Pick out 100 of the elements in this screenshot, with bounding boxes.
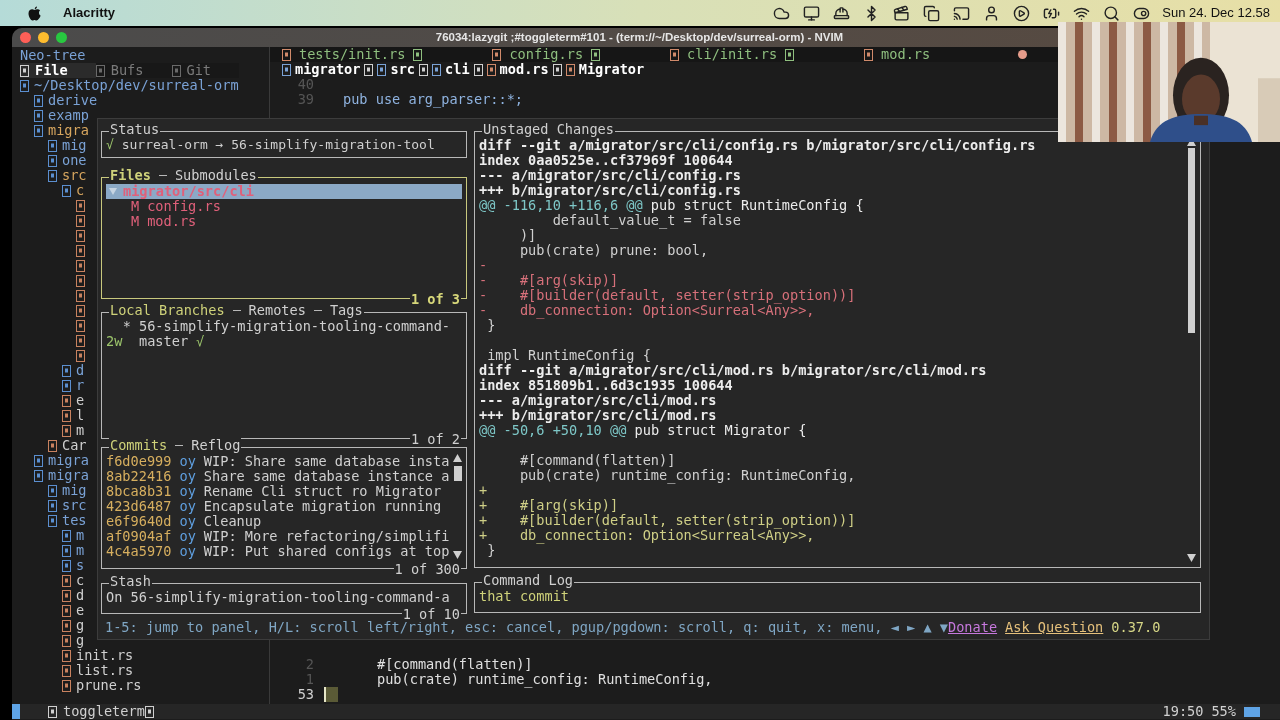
tree-item[interactable]: migra — [48, 468, 89, 483]
glyph-box-icon — [282, 63, 291, 76]
tree-item[interactable]: c — [76, 183, 85, 198]
tree-item[interactable]: r — [76, 378, 85, 393]
branch-row[interactable]: * 56-simplify-migration-tooling-command- — [106, 319, 462, 334]
breadcrumb-item[interactable]: migrator — [295, 62, 361, 77]
tree-item[interactable]: migra — [48, 123, 89, 138]
tree-item[interactable]: e — [76, 603, 85, 618]
panel-tab[interactable]: Status — [110, 122, 160, 137]
commit-author: oy — [179, 454, 196, 469]
search-icon[interactable] — [1103, 4, 1121, 22]
ask-question-link[interactable]: Ask Question — [1005, 620, 1104, 635]
file-row[interactable]: config.rs — [147, 199, 221, 214]
close-button[interactable] — [20, 32, 31, 43]
buffer-tab[interactable]: config.rs — [492, 47, 601, 62]
scroll-down-icon[interactable] — [1187, 554, 1196, 562]
tree-item[interactable]: src — [62, 168, 87, 183]
tree-item[interactable]: d — [76, 363, 85, 378]
tree-item[interactable]: e — [76, 393, 85, 408]
glyph-box-icon — [670, 48, 680, 61]
tree-item[interactable]: tes — [62, 513, 87, 528]
tree-item[interactable]: d — [76, 588, 85, 603]
minimize-button[interactable] — [38, 32, 49, 43]
stash-entry[interactable]: On 56-simplify-migration-tooling-command-a — [106, 590, 462, 605]
panel-tab[interactable]: Stash — [110, 574, 151, 589]
scrollbar-thumb[interactable] — [453, 466, 462, 481]
donate-link[interactable]: Donate — [947, 620, 998, 635]
commit-hash: 423d6487 — [106, 499, 172, 514]
panel-tab[interactable]: Commits — [110, 438, 168, 453]
separator-glyph-icon — [473, 63, 483, 76]
glyph-box-icon — [171, 64, 181, 77]
diff-line: default_value_t = false — [551, 213, 742, 228]
tree-item[interactable]: init.rs — [76, 648, 134, 663]
breadcrumb-item[interactable]: cli — [445, 62, 470, 77]
diff-hunk-line: @@ -116,10 +116,6 @@ pub struct RuntimeConfig { — [479, 198, 865, 213]
panel-tab[interactable]: Submodules — [174, 168, 257, 183]
keybinding-hints: 1-5: jump to panel, H/L: scroll left/right, esc: cancel, pgup/pgdown: scroll, q: quit, x: menu, ◄ ► ▲ ▼ — [105, 620, 948, 635]
panel-tab[interactable]: Remotes — [248, 303, 306, 318]
diff-hunk-line: @@ -50,6 +50,10 @@ pub struct Migrator { — [479, 423, 808, 438]
tree-item[interactable]: m — [76, 423, 85, 438]
diff-line: +++ b/migrator/src/cli/mod.rs — [479, 408, 718, 423]
commit-row[interactable]: 423d6487 oy Encapsulate migration running — [106, 499, 453, 514]
branch-row[interactable]: 2w master √ — [106, 334, 462, 349]
panel-tab[interactable]: Tags — [329, 303, 363, 318]
commit-row[interactable]: e6f9640d oy Cleanup — [106, 514, 453, 529]
monitor-icon[interactable] — [803, 4, 821, 22]
tree-item[interactable]: prune.rs — [76, 678, 142, 693]
tree-item[interactable]: s — [76, 558, 85, 573]
tree-item[interactable]: one — [62, 153, 87, 168]
scrollbar-thumb[interactable] — [1188, 148, 1195, 333]
tree-item[interactable]: m — [76, 543, 85, 558]
play-icon[interactable] — [1013, 4, 1031, 22]
panel-tab[interactable]: Unstaged Changes — [483, 122, 614, 137]
tree-item[interactable]: derive — [48, 93, 98, 108]
buffer-tab[interactable]: tests/init.rs — [282, 47, 423, 62]
tree-item[interactable]: g — [76, 633, 85, 648]
tree-item[interactable]: m — [76, 528, 85, 543]
commit-author: oy — [179, 469, 196, 484]
buffer-tab[interactable]: mod.rs — [864, 47, 1028, 62]
glyph-box-icon — [492, 48, 502, 61]
tree-item[interactable]: examp — [48, 108, 89, 123]
hat-icon[interactable] — [833, 4, 851, 22]
clapperboard-icon[interactable] — [893, 4, 911, 22]
tree-item[interactable]: l — [76, 408, 85, 423]
commit-row[interactable]: 8bca8b31 oy Rename Cli struct ro Migrator — [106, 484, 453, 499]
breadcrumb-item[interactable]: src — [390, 62, 416, 77]
apple-logo-icon[interactable] — [28, 5, 41, 21]
panel-tab[interactable]: Files — [110, 168, 151, 183]
panel-tab[interactable]: Command Log — [483, 573, 574, 588]
tree-item[interactable]: migra — [48, 453, 89, 468]
tree-item[interactable]: ~/Desktop/dev/surreal-orm — [34, 78, 239, 93]
tree-item[interactable]: list.rs — [76, 663, 134, 678]
zoom-button[interactable] — [56, 32, 67, 43]
cast-icon[interactable] — [953, 4, 971, 22]
tree-item[interactable]: mig — [62, 483, 87, 498]
commit-row[interactable]: 4c4a5970 oy WIP: Put shared configs at top — [106, 544, 453, 559]
commit-row[interactable]: f6d0e999 oy WIP: Share same database insta — [106, 454, 453, 469]
panel-tab[interactable]: Local Branches — [110, 303, 225, 318]
file-row[interactable]: mod.rs — [147, 214, 197, 229]
windows-icon[interactable] — [923, 4, 941, 22]
progress-block — [1244, 706, 1260, 717]
commit-row[interactable]: af0904af oy WIP: More refactoring/simplifi — [106, 529, 453, 544]
tree-tab[interactable]: Bufs — [95, 63, 172, 78]
tree-item[interactable]: src — [62, 498, 87, 513]
breadcrumb-item[interactable]: Migrator — [578, 62, 645, 77]
glyph-box-icon — [864, 48, 874, 61]
scroll-up-icon[interactable] — [453, 454, 462, 462]
app-name[interactable]: Alacritty — [63, 3, 116, 23]
tree-item[interactable]: c — [76, 573, 85, 588]
tree-item[interactable]: g — [76, 618, 85, 633]
commit-row[interactable]: 8ab22416 oy Share same database instance a — [106, 469, 453, 484]
panel-tab[interactable]: Reflog — [191, 438, 241, 453]
scroll-down-icon[interactable] — [453, 551, 462, 559]
breadcrumb-item[interactable]: mod.rs — [499, 62, 549, 77]
tree-item[interactable]: Car — [62, 438, 87, 453]
tree-tab[interactable]: Git — [171, 63, 240, 78]
tree-item[interactable]: mig — [62, 138, 87, 153]
commit-message: WIP: Put shared configs at top — [203, 544, 450, 559]
tree-tab[interactable]: File — [20, 63, 96, 78]
buffer-tab[interactable]: cli/init.rs — [670, 47, 795, 62]
